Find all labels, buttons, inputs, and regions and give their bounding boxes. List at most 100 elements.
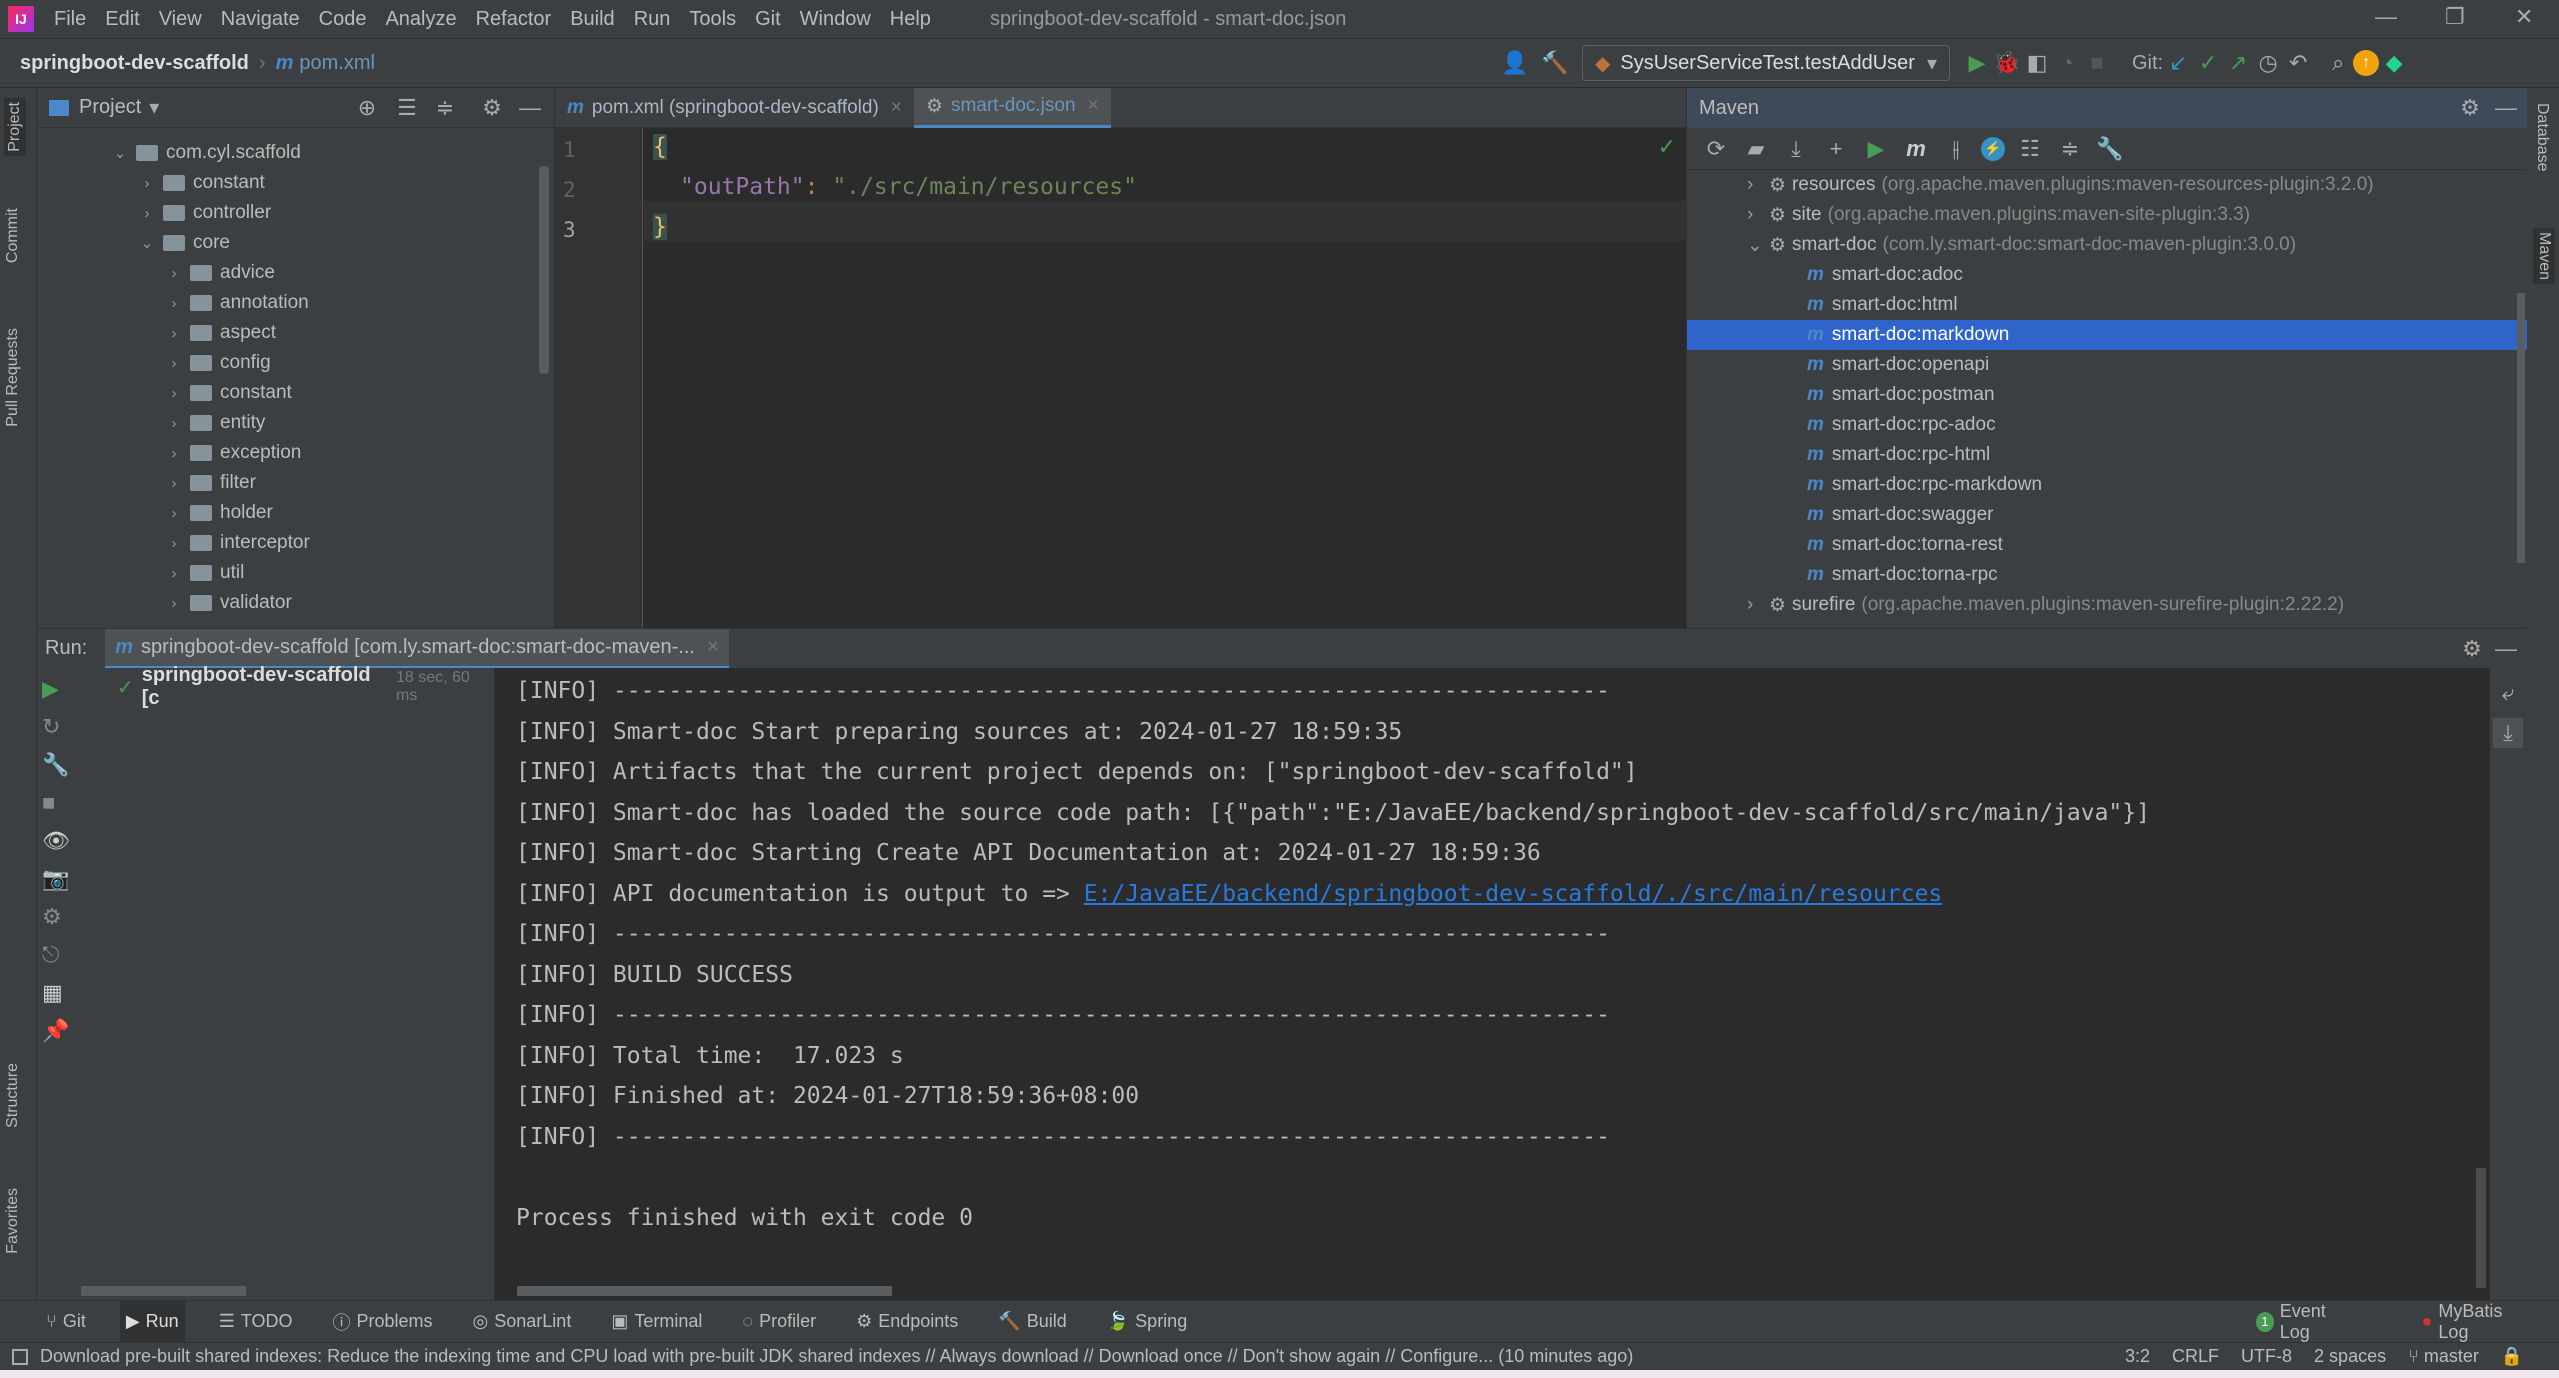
stripe-tab-maven[interactable]: Maven <box>2533 228 2555 285</box>
lock-icon[interactable]: 🔒 <box>2501 1346 2523 1367</box>
tree-item[interactable]: › holder <box>37 498 554 528</box>
chevron-down-icon[interactable]: ⌄ <box>1747 234 1769 257</box>
tree-item[interactable]: › advice <box>37 258 554 288</box>
run-tree-item[interactable]: ✓ springboot-dev-scaffold [c 18 sec, 60 … <box>77 664 494 709</box>
run-maven-icon[interactable]: ▶ <box>1861 134 1891 164</box>
minimize-icon[interactable]: — <box>2375 4 2397 30</box>
toolwindow-profiler[interactable]: ◌ Profiler <box>736 1301 822 1343</box>
maven-goal[interactable]: m smart-doc:rpc-markdown <box>1687 470 2527 500</box>
status-message[interactable]: Download pre-built shared indexes: Reduc… <box>40 1346 1633 1367</box>
rollback-icon[interactable]: ↶ <box>2283 48 2313 78</box>
toolwindow-build[interactable]: 🔨 Build <box>992 1301 1072 1343</box>
project-scrollbar[interactable] <box>539 166 549 374</box>
caret-position[interactable]: 3:2 <box>2125 1346 2150 1367</box>
chevron-right-icon[interactable]: › <box>1747 204 1769 226</box>
maven-goal[interactable]: m smart-doc:rpc-adoc <box>1687 410 2527 440</box>
code-close-brace[interactable]: } <box>653 214 667 240</box>
restore-icon[interactable]: ❐ <box>2445 4 2465 30</box>
chevron-right-icon[interactable]: › <box>135 175 159 192</box>
hide-icon[interactable]: — <box>515 93 545 123</box>
pin-icon[interactable]: 📌 <box>42 1018 72 1048</box>
collapse-icon[interactable]: ≑ <box>2055 134 2085 164</box>
indent-setting[interactable]: 2 spaces <box>2314 1346 2386 1367</box>
toolwindow-terminal[interactable]: ▣ Terminal <box>605 1301 708 1343</box>
toolwindow-event-log[interactable]: 1 Event Log <box>2250 1301 2358 1343</box>
chevron-down-icon[interactable]: ⌄ <box>135 234 159 252</box>
file-encoding[interactable]: UTF-8 <box>2241 1346 2292 1367</box>
maven-settings-wrench-icon[interactable]: 🔧 <box>2095 134 2125 164</box>
toolwindow-run[interactable]: ▶ Run <box>119 1300 185 1343</box>
maven-goal[interactable]: m smart-doc:torna-rest <box>1687 530 2527 560</box>
stripe-tab-database[interactable]: Database <box>2533 103 2551 172</box>
scroll-to-end-icon[interactable]: ⤓ <box>2493 718 2523 748</box>
console-output[interactable]: [INFO] ---------------------------------… <box>495 668 2490 1300</box>
console-h-scrollbar[interactable] <box>517 1286 892 1296</box>
chevron-right-icon[interactable]: › <box>162 505 186 522</box>
expand-all-icon[interactable]: ☰ <box>392 93 422 123</box>
search-icon[interactable]: ⌕ <box>2323 48 2353 78</box>
toolwindow-mybatis-log[interactable]: ● MyBatis Log <box>2416 1301 2531 1343</box>
stripe-tab-commit[interactable]: Commit <box>4 208 22 263</box>
maven-goal[interactable]: m smart-doc:postman <box>1687 380 2527 410</box>
status-window-icon[interactable] <box>12 1348 28 1365</box>
menu-help[interactable]: Help <box>890 8 931 31</box>
git-update-icon[interactable]: ↙ <box>2163 48 2193 78</box>
chevron-right-icon[interactable]: › <box>135 205 159 222</box>
chevron-right-icon[interactable]: › <box>162 325 186 342</box>
tree-item[interactable]: › controller <box>37 198 554 228</box>
tree-item[interactable]: › entity <box>37 408 554 438</box>
menu-refactor[interactable]: Refactor <box>476 8 552 31</box>
settings-icon[interactable]: ⚙ <box>477 93 507 123</box>
stripe-tab-project[interactable]: Project <box>4 98 26 156</box>
reload-icon[interactable]: ⟳ <box>1701 134 1731 164</box>
line-separator[interactable]: CRLF <box>2172 1346 2219 1367</box>
breadcrumb-project[interactable]: springboot-dev-scaffold <box>20 52 249 75</box>
git-commit-icon[interactable]: ✓ <box>2193 48 2223 78</box>
stripe-tab-structure[interactable]: Structure <box>4 1063 22 1128</box>
menu-git[interactable]: Git <box>755 8 781 31</box>
toolwindow-todo[interactable]: ☰ TODO <box>213 1301 299 1343</box>
run-config-select[interactable]: ◆ SysUserServiceTest.testAddUser ▾ <box>1582 45 1950 81</box>
tree-item[interactable]: › aspect <box>37 318 554 348</box>
menu-analyze[interactable]: Analyze <box>385 8 456 31</box>
maven-hide-icon[interactable]: — <box>2491 93 2521 123</box>
output-path-link[interactable]: E:/JavaEE/backend/springboot-dev-scaffol… <box>1084 881 1943 907</box>
show-icon[interactable]: 👁 <box>42 828 72 858</box>
tree-item[interactable]: › util <box>37 558 554 588</box>
code-open-brace[interactable]: { <box>653 134 667 160</box>
tree-item[interactable]: › filter <box>37 468 554 498</box>
rerun-failed-icon[interactable]: ↻ <box>42 714 72 744</box>
stripe-tab-favorites[interactable]: Favorites <box>4 1188 22 1254</box>
toolwindow-git[interactable]: ⑂ Git <box>40 1301 92 1343</box>
profile-icon[interactable]: ◔ <box>2052 48 2082 78</box>
locate-icon[interactable]: ⊕ <box>352 93 382 123</box>
menu-window[interactable]: Window <box>800 8 871 31</box>
maven-plugin[interactable]: › ⚙ surefire (org.apache.maven.plugins:mave… <box>1687 590 2527 620</box>
tree-item[interactable]: ⌄ com.cyl.scaffold <box>37 138 554 168</box>
chevron-right-icon[interactable]: › <box>1747 174 1769 196</box>
tree-item[interactable]: › annotation <box>37 288 554 318</box>
user-icon[interactable]: 👤 <box>1500 48 1530 78</box>
run-hide-icon[interactable]: — <box>2491 634 2521 664</box>
tree-item[interactable]: › config <box>37 348 554 378</box>
stop-icon[interactable]: ■ <box>2082 48 2112 78</box>
chevron-right-icon[interactable]: › <box>162 385 186 402</box>
tree-item[interactable]: › validator <box>37 588 554 618</box>
toolwindow-problems[interactable]: ⓘ Problems <box>327 1301 439 1343</box>
stripe-tab-pull-requests[interactable]: Pull Requests <box>4 328 22 427</box>
download-icon[interactable]: ⤓ <box>1781 134 1811 164</box>
tab-smart-doc-json[interactable]: ⚙ smart-doc.json × <box>913 87 1111 128</box>
layout-icon[interactable]: ▦ <box>42 980 72 1010</box>
add-folder-icon[interactable]: ▰ <box>1741 134 1771 164</box>
toolwindow-endpoints[interactable]: ⚙ Endpoints <box>850 1301 964 1343</box>
maven-goal[interactable]: m smart-doc:torna-rpc <box>1687 560 2527 590</box>
menu-run[interactable]: Run <box>634 8 671 31</box>
add-icon[interactable]: + <box>1821 134 1851 164</box>
chevron-right-icon[interactable]: › <box>162 475 186 492</box>
menu-view[interactable]: View <box>159 8 202 31</box>
tree-item[interactable]: › exception <box>37 438 554 468</box>
menu-tools[interactable]: Tools <box>689 8 736 31</box>
chevron-right-icon[interactable]: › <box>162 595 186 612</box>
menu-navigate[interactable]: Navigate <box>221 8 300 31</box>
menu-code[interactable]: Code <box>319 8 367 31</box>
